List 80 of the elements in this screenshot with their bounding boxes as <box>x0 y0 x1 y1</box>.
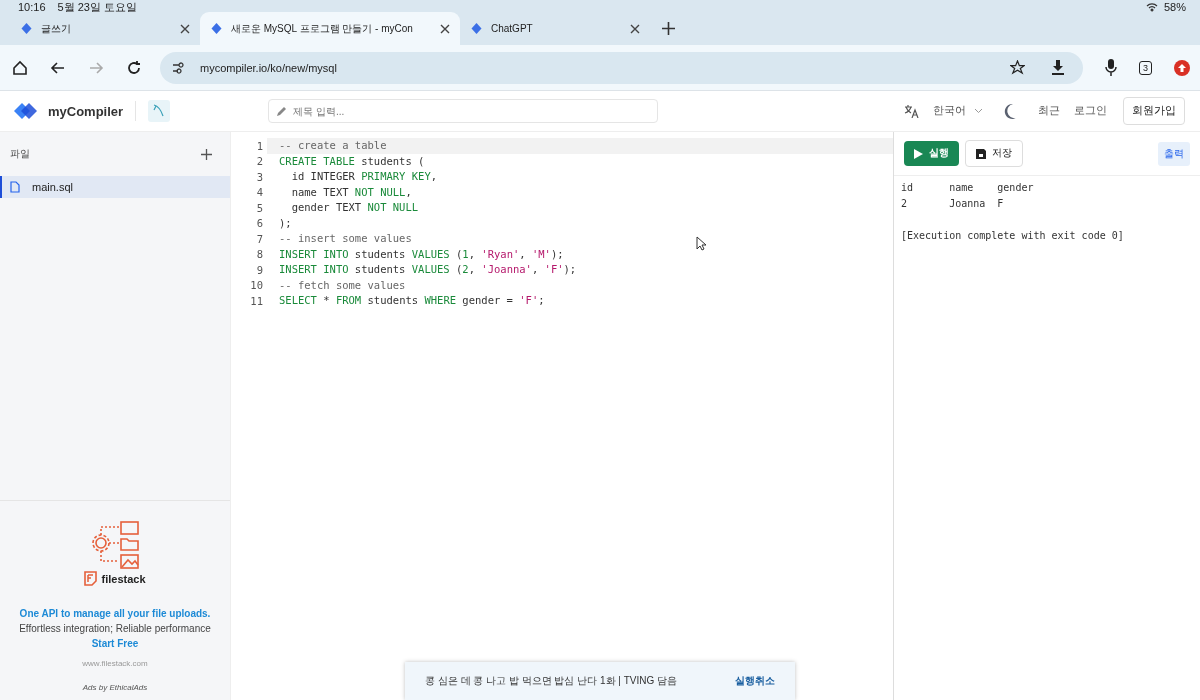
line-number: 11 <box>249 294 264 307</box>
code-line: -- fetch some values <box>278 277 406 293</box>
star-icon[interactable] <box>1010 60 1025 75</box>
logo-icon[interactable] <box>14 102 38 120</box>
back-icon[interactable] <box>50 59 66 76</box>
translate-icon[interactable] <box>904 104 919 118</box>
tab-title: 새로운 MySQL 프로그램 만들기 - myCon <box>231 21 414 36</box>
code-line: INSERT INTO students VALUES (1, 'Ryan', 'M'); <box>278 246 564 262</box>
favicon-icon <box>210 22 223 35</box>
brand-name: filestack <box>101 572 146 585</box>
snackbar-message: 콩 심은 데 콩 나고 밥 먹으면 밥심 난다 1화 | TVING 담음 <box>425 674 678 688</box>
clock: 10:16 <box>18 2 46 12</box>
file-item[interactable]: main.sql <box>0 176 230 198</box>
header-link[interactable]: 로그인 <box>1074 104 1107 118</box>
line-number: 2 <box>255 155 264 168</box>
reload-icon[interactable] <box>126 59 142 76</box>
ad-text: One API to manage all your file uploads. Effortless integration; Reliable performance Start Free <box>18 607 212 651</box>
code-line: -- create a table <box>278 138 387 153</box>
line-number: 5 <box>255 201 264 214</box>
download-icon[interactable] <box>1051 60 1065 75</box>
favicon-icon <box>470 22 483 35</box>
tab-title: 글쓰기 <box>41 21 72 36</box>
output-line: [Execution complete with exit code 0] <box>901 230 1124 241</box>
mouse-pointer-icon <box>696 236 706 251</box>
header-link[interactable]: 최근 <box>1038 104 1060 118</box>
start-free-link[interactable]: Start Free <box>91 638 139 649</box>
line-number: 10 <box>249 279 264 292</box>
chevron-down-icon[interactable] <box>974 108 983 114</box>
filestack-logo-icon <box>84 571 98 586</box>
code-line: id INTEGER PRIMARY KEY, <box>290 169 438 184</box>
upload-diagram-icon <box>89 521 141 569</box>
battery-level: 58% <box>1163 2 1186 12</box>
update-icon[interactable] <box>1174 59 1190 76</box>
code-line: SELECT * FROM students WHERE gender = 'F'; <box>278 293 545 308</box>
tab-count-button[interactable]: 3 <box>1139 60 1152 75</box>
date: 5월 23일 토요일 <box>57 2 137 12</box>
signup-button[interactable]: 회원가입 <box>1123 97 1185 125</box>
file-icon <box>10 181 20 193</box>
line-number: 8 <box>255 248 264 261</box>
save-button[interactable]: 저장 <box>965 140 1023 167</box>
url-text: mycompiler.io/ko/new/mysql <box>200 61 337 74</box>
code-line: CREATE TABLE students ( <box>278 153 425 169</box>
code-line: name TEXT NOT NULL, <box>290 184 412 200</box>
code-line: INSERT INTO students VALUES (2, 'Joanna', 'F'); <box>278 262 577 277</box>
code-line: gender TEXT NOT NULL <box>290 200 419 215</box>
line-number: 3 <box>255 170 264 183</box>
wifi-icon <box>1145 3 1158 12</box>
browser-tab[interactable]: ChatGPT <box>460 12 650 45</box>
browser-tab[interactable]: 글쓰기 <box>10 12 200 45</box>
moon-icon[interactable] <box>1003 103 1016 119</box>
logo-text[interactable]: myCompiler <box>48 103 124 119</box>
undo-button[interactable]: 실행취소 <box>735 674 775 688</box>
code-line: ); <box>278 215 292 231</box>
title-input[interactable]: 제목 입력... <box>268 99 659 123</box>
browser-tab[interactable]: 새로운 MySQL 프로그램 만들기 - myCon <box>200 12 460 45</box>
ad-credit[interactable]: Ads by EthicalAds <box>82 683 148 692</box>
output-tab[interactable]: 출력 <box>1158 141 1190 166</box>
code-line: -- insert some values <box>278 231 412 246</box>
play-icon <box>914 148 923 159</box>
line-number: 4 <box>255 186 264 199</box>
tab-title: ChatGPT <box>491 23 534 34</box>
add-file-icon[interactable] <box>201 148 212 160</box>
microphone-icon[interactable] <box>1105 59 1117 76</box>
output-line: 2 Joanna F <box>901 198 1004 209</box>
run-button[interactable]: 실행 <box>904 141 959 166</box>
close-icon[interactable] <box>440 23 450 34</box>
files-heading: 파일 <box>10 147 30 161</box>
address-bar[interactable]: mycompiler.io/ko/new/mysql <box>160 51 1083 84</box>
favicon-icon <box>20 22 33 35</box>
new-tab-icon[interactable] <box>662 22 675 35</box>
line-number: 9 <box>255 263 264 276</box>
output-line: id name gender <box>901 182 1034 193</box>
language-selector[interactable]: 한국어 <box>933 104 966 118</box>
line-number: 6 <box>255 217 264 230</box>
close-icon[interactable] <box>630 23 640 34</box>
home-icon[interactable] <box>12 59 28 76</box>
line-number: 7 <box>255 232 264 245</box>
close-icon[interactable] <box>180 23 190 34</box>
site-settings-icon[interactable] <box>172 61 186 74</box>
line-number: 1 <box>255 139 264 152</box>
